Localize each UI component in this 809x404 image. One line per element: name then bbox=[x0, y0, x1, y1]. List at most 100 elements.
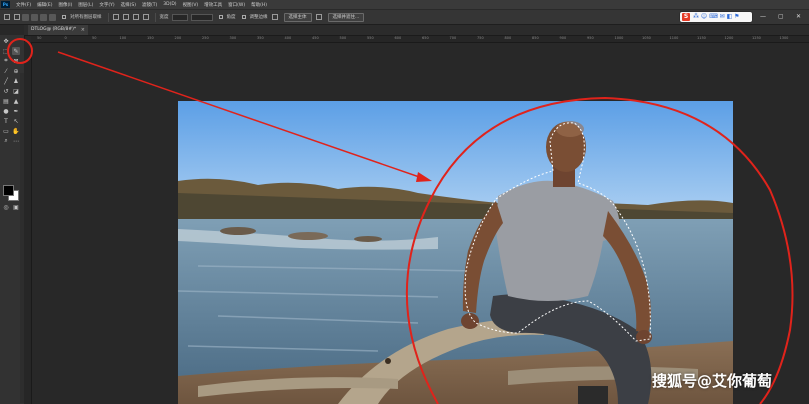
eraser-icon[interactable]: ◪ bbox=[12, 87, 20, 95]
ruler-label: 450 bbox=[312, 36, 319, 40]
hand-icon[interactable]: ✋ bbox=[12, 127, 20, 135]
screen-mode-icon[interactable]: ▣ bbox=[12, 203, 20, 211]
stamp-icon[interactable]: ♟ bbox=[12, 77, 20, 85]
frame-icon[interactable]: ⊠ bbox=[12, 57, 20, 65]
ruler-label: 200 bbox=[174, 36, 182, 40]
settings-icon[interactable] bbox=[271, 14, 278, 20]
subtract-selection-button[interactable] bbox=[40, 13, 47, 21]
intersect-selection-button[interactable] bbox=[49, 13, 56, 21]
ruler-label: 150 bbox=[147, 36, 154, 40]
chevron-down-icon[interactable] bbox=[315, 14, 322, 20]
angle-label: 角度 bbox=[226, 15, 236, 20]
divider bbox=[154, 12, 156, 22]
select-and-mask-button[interactable]: 选择并遮住... bbox=[327, 12, 365, 22]
watermark-text: 搜狐号@艾你葡萄 bbox=[652, 372, 773, 390]
width-input[interactable] bbox=[171, 13, 188, 21]
quick-mask-icon[interactable]: ◎ bbox=[2, 203, 10, 211]
menu-file[interactable]: 文件(F) bbox=[16, 2, 31, 8]
ruler-label: 750 bbox=[477, 36, 484, 40]
add-selection-button[interactable] bbox=[31, 13, 38, 21]
vertical-ruler bbox=[24, 42, 32, 404]
menu-filter[interactable]: 滤镜(T) bbox=[142, 2, 157, 8]
pressure-icon[interactable] bbox=[132, 14, 139, 20]
refine-edge-label: 调整边缘 bbox=[249, 15, 268, 20]
ruler-label: 1100 bbox=[669, 36, 679, 40]
menu-image[interactable]: 图像(I) bbox=[58, 2, 72, 8]
canvas-photo[interactable] bbox=[178, 101, 733, 404]
menu-window[interactable]: 窗口(W) bbox=[228, 2, 245, 8]
menu-view[interactable]: 视图(V) bbox=[183, 2, 199, 8]
angle-select[interactable] bbox=[190, 13, 213, 21]
ruler-label: 250 bbox=[202, 36, 209, 40]
menu-edit[interactable]: 编辑(E) bbox=[37, 2, 52, 8]
ruler-label: 600 bbox=[394, 36, 402, 40]
ruler-label: 1150 bbox=[697, 36, 706, 40]
zoom-icon[interactable]: ⌕ bbox=[2, 137, 10, 145]
sogou-logo-icon[interactable]: S bbox=[682, 13, 690, 21]
gradient-icon[interactable]: ▤ bbox=[2, 97, 10, 105]
photo-illustration bbox=[178, 101, 733, 404]
brush-settings-icon[interactable] bbox=[122, 14, 129, 20]
photoshop-logo-icon[interactable]: Ps bbox=[1, 1, 10, 8]
ruler-label: 650 bbox=[422, 36, 429, 40]
document-tab-title: DTLOG@ (RGB/8#)* bbox=[31, 27, 77, 32]
ruler-label: 1200 bbox=[724, 36, 734, 40]
ruler-label: 950 bbox=[587, 36, 594, 40]
rectangle-icon[interactable]: ▭ bbox=[2, 127, 10, 135]
ruler-label: 1250 bbox=[752, 36, 761, 40]
history-brush-icon[interactable]: ↺ bbox=[2, 87, 10, 95]
refine-edge-checkbox[interactable] bbox=[241, 15, 246, 19]
ruler-label: 850 bbox=[532, 36, 539, 40]
ruler-label: 700 bbox=[449, 36, 457, 40]
maximize-icon[interactable]: ▢ bbox=[778, 13, 784, 20]
close-icon[interactable]: ✕ bbox=[796, 13, 801, 20]
menu-help[interactable]: 帮助(H) bbox=[251, 2, 267, 8]
ruler-label: 1300 bbox=[779, 36, 789, 40]
refresh-icon[interactable] bbox=[112, 14, 119, 20]
ruler-label: 800 bbox=[504, 36, 512, 40]
sample-all-layers-checkbox[interactable] bbox=[62, 15, 66, 19]
close-tab-icon[interactable]: × bbox=[81, 25, 85, 35]
ruler-label: 550 bbox=[367, 36, 374, 40]
more-tools-icon[interactable]: ⋯ bbox=[12, 137, 20, 145]
minimize-icon[interactable]: — bbox=[760, 13, 766, 20]
ruler-label: 1050 bbox=[642, 36, 651, 40]
pen-icon[interactable]: ✒ bbox=[12, 107, 20, 115]
brush-icon[interactable]: ╱ bbox=[2, 77, 10, 85]
tool-preset-icon[interactable] bbox=[14, 14, 20, 20]
tools-panel: ✥ ✎ ⬚ ⌗ ⊠ ⁄ ⊕ ╱ ♟ ↺ ◪ ▤ ▲ ● ✒ T ↖ ▭ ✋ ⌕ … bbox=[0, 35, 25, 404]
dodge-icon[interactable]: ● bbox=[2, 107, 10, 115]
type-icon[interactable]: T bbox=[2, 117, 10, 125]
ime-mode-icon[interactable]: ⁂ ☺ ⌨ ✉ ◧ ⚑ bbox=[693, 12, 740, 22]
auto-enhance-checkbox[interactable] bbox=[218, 15, 223, 19]
document-tab[interactable]: DTLOG@ (RGB/8#)* × bbox=[28, 25, 88, 35]
ruler-label: 100 bbox=[119, 36, 127, 40]
horizontal-ruler: 50 0 50 100 150 200 250 300 350 400 450 500 550 600 65… bbox=[31, 36, 809, 43]
menu-type[interactable]: 文字(Y) bbox=[99, 2, 114, 8]
document-tab-bar: DTLOG@ (RGB/8#)* × bbox=[24, 25, 809, 36]
foreground-color-swatch[interactable] bbox=[3, 185, 14, 196]
select-subject-button[interactable]: 选择主体 bbox=[283, 12, 312, 22]
menu-plugins[interactable]: 增效工具 bbox=[204, 2, 222, 8]
ruler-label: 350 bbox=[257, 36, 264, 40]
ruler-label: 500 bbox=[339, 36, 347, 40]
angle-icon[interactable] bbox=[142, 14, 149, 20]
ruler-label: 400 bbox=[284, 36, 292, 40]
marquee-icon[interactable]: ⬚ bbox=[2, 47, 10, 55]
menu-select[interactable]: 选择(S) bbox=[121, 2, 136, 8]
crop-icon[interactable]: ⌗ bbox=[2, 57, 10, 65]
ruler-label: 900 bbox=[559, 36, 567, 40]
ime-toolbar[interactable]: S ⁂ ☺ ⌨ ✉ ◧ ⚑ bbox=[680, 12, 752, 22]
eyedropper-icon[interactable]: ⁄ bbox=[2, 67, 10, 75]
bandage-icon[interactable]: ⊕ bbox=[12, 67, 20, 75]
home-icon[interactable] bbox=[4, 14, 10, 20]
quick-select-icon[interactable]: ✎ bbox=[12, 47, 20, 55]
width-label: 宽度 bbox=[159, 15, 169, 20]
move-icon[interactable]: ✥ bbox=[2, 37, 10, 45]
blur-icon[interactable]: ▲ bbox=[12, 97, 20, 105]
menu-layer[interactable]: 图层(L) bbox=[78, 2, 93, 8]
ruler-label: 50 bbox=[92, 36, 97, 40]
arrow-icon[interactable]: ↖ bbox=[12, 117, 20, 125]
new-selection-button[interactable] bbox=[22, 13, 29, 21]
menu-3d[interactable]: 3D(D) bbox=[163, 2, 176, 7]
